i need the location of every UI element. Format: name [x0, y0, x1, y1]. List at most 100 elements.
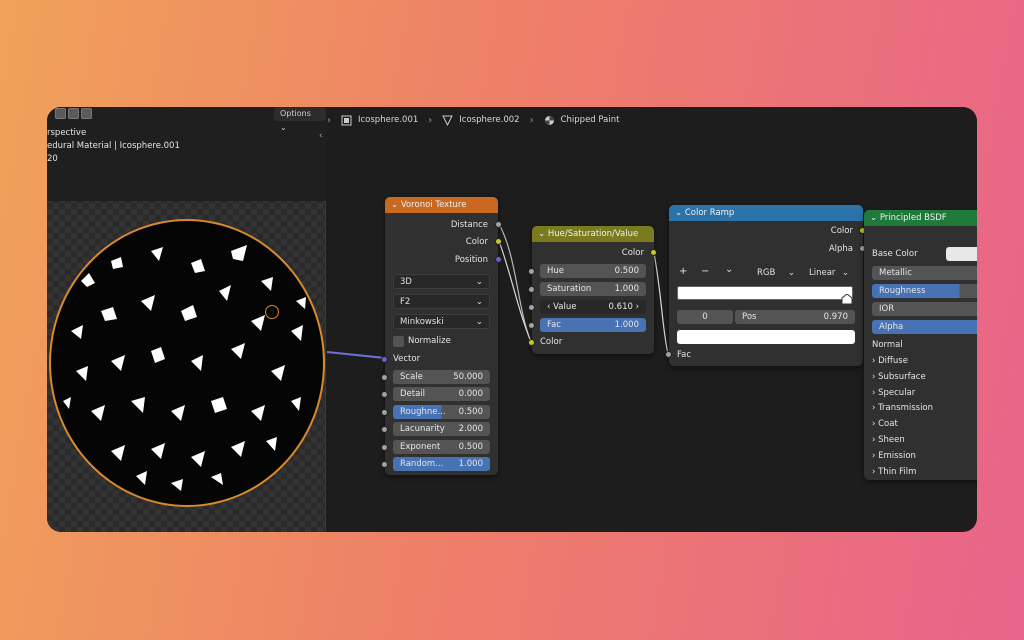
randomness-field[interactable]: Random... 1.000	[393, 457, 490, 471]
socket-randomness-in[interactable]	[381, 461, 388, 468]
fac-value: 1.000	[614, 320, 639, 330]
hue-field[interactable]: Hue 0.500	[540, 264, 646, 278]
shading-material-icon[interactable]	[68, 108, 79, 119]
detail-field[interactable]: Detail 0.000	[393, 387, 490, 401]
chevron-down-icon: ⌄	[475, 296, 483, 307]
principled-bsdf-node[interactable]: ⌄ Principled BSDF Base Color Metallic Ro…	[864, 210, 977, 480]
stop-index-field-display[interactable]: 0	[677, 310, 733, 324]
socket-hsv-color-out[interactable]	[650, 249, 657, 256]
roughness-value: 0.500	[458, 407, 483, 417]
voronoi-texture-node[interactable]: ⌄ Voronoi Texture Distance Color Positio…	[381, 197, 502, 475]
saturation-field[interactable]: Saturation 1.000	[540, 282, 646, 296]
randomness-value: 1.000	[458, 459, 483, 469]
panel-diffuse[interactable]: › Diffuse	[872, 354, 908, 368]
node-editor[interactable]: ⌄ Voronoi Texture Distance Color Positio…	[327, 107, 977, 532]
shading-rendered-icon[interactable]	[81, 108, 92, 119]
hsv-node[interactable]: ⌄ Hue/Saturation/Value Color Hue 0.500 Sa…	[528, 226, 657, 354]
color-ramp-node-title: Color Ramp	[684, 208, 735, 218]
socket-hsv-color-in[interactable]	[528, 339, 535, 346]
panel-coat[interactable]: › Coat	[872, 417, 898, 431]
collapse-chevron-icon[interactable]: ⌄	[675, 208, 685, 218]
exponent-label: Exponent	[400, 442, 441, 452]
socket-vector-in[interactable]	[381, 356, 388, 363]
panel-subsurface[interactable]: › Subsurface	[872, 370, 926, 384]
interpolation-value: Linear	[809, 267, 836, 278]
socket-lacunarity-in[interactable]	[381, 426, 388, 433]
vector-link	[327, 351, 386, 359]
panel-sheen[interactable]: › Sheen	[872, 433, 905, 447]
color-ramp-node-header[interactable]: ⌄ Color Ramp	[669, 205, 863, 221]
hsv-in-color: Color	[540, 337, 563, 347]
hsv-node-title: Hue/Saturation/Value	[547, 229, 639, 239]
scale-label: Scale	[400, 372, 423, 382]
socket-fac-in[interactable]	[528, 322, 535, 329]
panel-transmission[interactable]: › Transmission	[872, 401, 933, 415]
viewport-3d[interactable]: Options ⌄ rspective edural Material | Ic…	[47, 107, 326, 532]
socket-saturation-in[interactable]	[528, 286, 535, 293]
color-mode-dropdown[interactable]: RGB ⌄	[751, 265, 801, 280]
lacunarity-field[interactable]: Lacunarity 2.000	[393, 422, 490, 436]
socket-exponent-in[interactable]	[381, 444, 388, 451]
color-ramp-gradient[interactable]	[677, 286, 853, 300]
socket-roughness-in[interactable]	[381, 409, 388, 416]
roughness-field-bsdf[interactable]: Roughness	[872, 284, 977, 298]
panel-thin-film[interactable]: › Thin Film	[872, 465, 916, 479]
socket-detail-in[interactable]	[381, 391, 388, 398]
collapse-chevron-icon[interactable]: ⌄	[538, 229, 548, 239]
socket-position-out[interactable]	[495, 256, 502, 263]
ramp-menu-button[interactable]: ⌄	[725, 264, 733, 275]
normalize-checkbox[interactable]	[393, 336, 404, 347]
socket-scale-in[interactable]	[381, 374, 388, 381]
exponent-field[interactable]: Exponent 0.500	[393, 440, 490, 454]
collapse-chevron-icon[interactable]: ⌄	[391, 200, 401, 210]
socket-hue-in[interactable]	[528, 268, 535, 275]
viewport-options-button[interactable]: Options ⌄	[274, 107, 326, 132]
socket-color-out[interactable]	[495, 238, 502, 245]
icosphere-preview	[49, 219, 325, 507]
feature-dropdown[interactable]: F2 ⌄	[393, 294, 490, 309]
stop-color-swatch[interactable]	[677, 330, 855, 344]
voronoi-node-header[interactable]: ⌄ Voronoi Texture	[385, 197, 498, 213]
roughness-field[interactable]: Roughne... 0.500	[393, 405, 490, 419]
viewport-frame-info: 20	[47, 154, 58, 164]
ior-field[interactable]: IOR	[872, 302, 977, 316]
ramp-stop-handle-icon[interactable]	[841, 294, 853, 305]
alpha-field[interactable]: Alpha	[872, 320, 977, 334]
interpolation-dropdown[interactable]: Linear ⌄	[803, 265, 855, 280]
collapse-arrow-icon[interactable]: ‹	[319, 131, 323, 141]
voronoi-out-distance: Distance	[450, 220, 488, 230]
hue-label: Hue	[547, 266, 565, 276]
stop-position-field-display[interactable]: Pos 0.970	[735, 310, 855, 324]
dimensions-dropdown[interactable]: 3D ⌄	[393, 274, 490, 289]
blender-window: Options ⌄ rspective edural Material | Ic…	[47, 107, 977, 532]
exponent-value: 0.500	[458, 442, 483, 452]
shading-solid-icon[interactable]	[55, 108, 66, 119]
viewport-options-label: Options	[280, 109, 311, 118]
panel-specular[interactable]: › Specular	[872, 386, 915, 400]
add-stop-button[interactable]: +	[679, 266, 687, 277]
remove-stop-button[interactable]: −	[701, 266, 709, 277]
chevron-right-icon[interactable]: ›	[633, 302, 639, 312]
scale-field[interactable]: Scale 50.000	[393, 370, 490, 384]
hsv-node-header[interactable]: ⌄ Hue/Saturation/Value	[532, 226, 654, 242]
base-color-swatch[interactable]	[946, 247, 977, 261]
bsdf-node-title: Principled BSDF	[879, 213, 947, 223]
voronoi-in-vector: Vector	[393, 354, 421, 364]
stop-position-value-display: 0.970	[823, 312, 848, 322]
metric-value: Minkowski	[400, 316, 444, 327]
socket-ramp-fac-in[interactable]	[665, 351, 672, 358]
bsdf-node-header[interactable]: ⌄ Principled BSDF	[864, 210, 977, 226]
metric-dropdown[interactable]: Minkowski ⌄	[393, 314, 490, 329]
value-field[interactable]: ‹ Value 0.610 ›	[540, 300, 646, 314]
chevron-down-icon: ⌄	[475, 276, 483, 287]
panel-emission[interactable]: › Emission	[872, 449, 916, 463]
socket-distance-out[interactable]	[495, 221, 502, 228]
saturation-value: 1.000	[614, 284, 639, 294]
socket-value-in[interactable]	[528, 304, 535, 311]
collapse-chevron-icon[interactable]: ⌄	[870, 213, 880, 223]
panel-coat-label: Coat	[878, 419, 898, 429]
metallic-field[interactable]: Metallic	[872, 266, 977, 280]
randomness-label: Random...	[400, 459, 444, 469]
fac-field[interactable]: Fac 1.000	[540, 318, 646, 332]
detail-value: 0.000	[458, 389, 483, 399]
